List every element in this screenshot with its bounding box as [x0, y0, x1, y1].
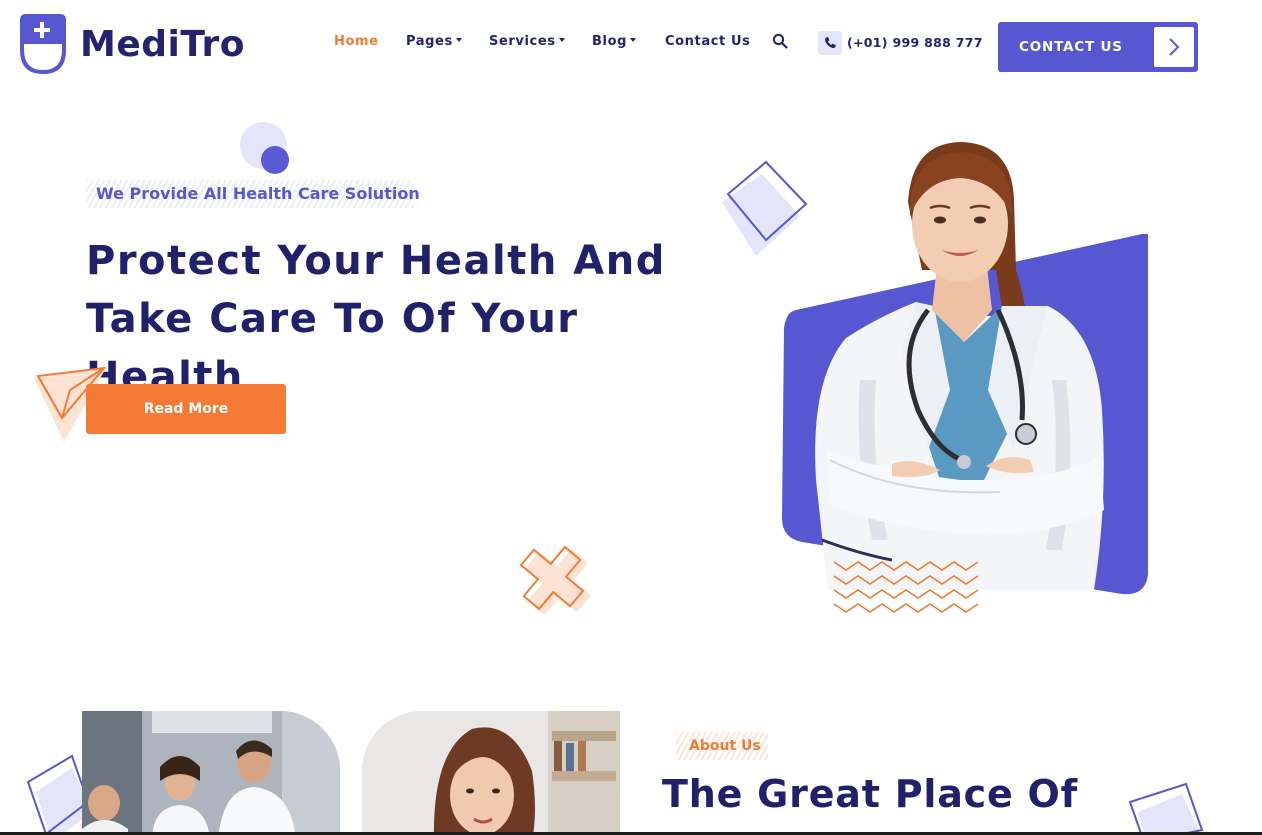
- decorative-diamond-icon: [1128, 782, 1204, 835]
- about-title: The Great Place Of: [662, 772, 1078, 816]
- chevron-down-icon: [455, 38, 462, 42]
- decorative-cross-icon: [519, 545, 591, 615]
- medical-plus-shield-icon: [20, 14, 66, 75]
- hero-tagline-badge: We Provide All Health Care Solution: [86, 180, 420, 208]
- chevron-right-icon: [1154, 27, 1194, 67]
- nav-blog[interactable]: Blog: [592, 34, 637, 49]
- decorative-circle-dark: [261, 146, 289, 174]
- chevron-down-icon: [630, 38, 637, 42]
- doctor-image: [815, 142, 1104, 590]
- about-image-team: [82, 711, 340, 835]
- decorative-zigzag-icon: [833, 561, 979, 613]
- site-header: MediTro Home Pages Services Blog Contact…: [0, 0, 1262, 90]
- read-more-button[interactable]: Read More: [86, 384, 286, 434]
- brand-name: MediTro: [80, 24, 245, 65]
- chevron-down-icon: [558, 38, 565, 42]
- nav-home[interactable]: Home: [334, 34, 379, 49]
- nav-blog-label: Blog: [592, 34, 628, 49]
- about-tag: About Us: [689, 738, 761, 754]
- hero-title-line-1: Protect Your Health And: [86, 238, 666, 284]
- hero-visual: [720, 100, 1200, 630]
- nav-contact-us[interactable]: Contact Us: [665, 34, 750, 49]
- site-logo[interactable]: MediTro: [18, 14, 258, 76]
- phone-icon: [818, 31, 842, 55]
- nav-pages[interactable]: Pages: [406, 34, 462, 49]
- contact-us-button-label: CONTACT US: [1019, 39, 1123, 55]
- search-icon[interactable]: [772, 33, 788, 49]
- hero-title: Protect Your Health And Take Care To Of …: [86, 232, 746, 406]
- about-image-doctor: [362, 711, 620, 835]
- phone-number: (+01) 999 888 777: [847, 35, 983, 50]
- nav-pages-label: Pages: [406, 34, 453, 49]
- hero-tagline: We Provide All Health Care Solution: [96, 184, 420, 203]
- contact-us-button[interactable]: CONTACT US: [998, 22, 1198, 72]
- decorative-diamond-icon: [26, 754, 86, 835]
- nav-services[interactable]: Services: [489, 34, 565, 49]
- nav-services-label: Services: [489, 34, 556, 49]
- about-tag-badge: About Us: [676, 732, 768, 760]
